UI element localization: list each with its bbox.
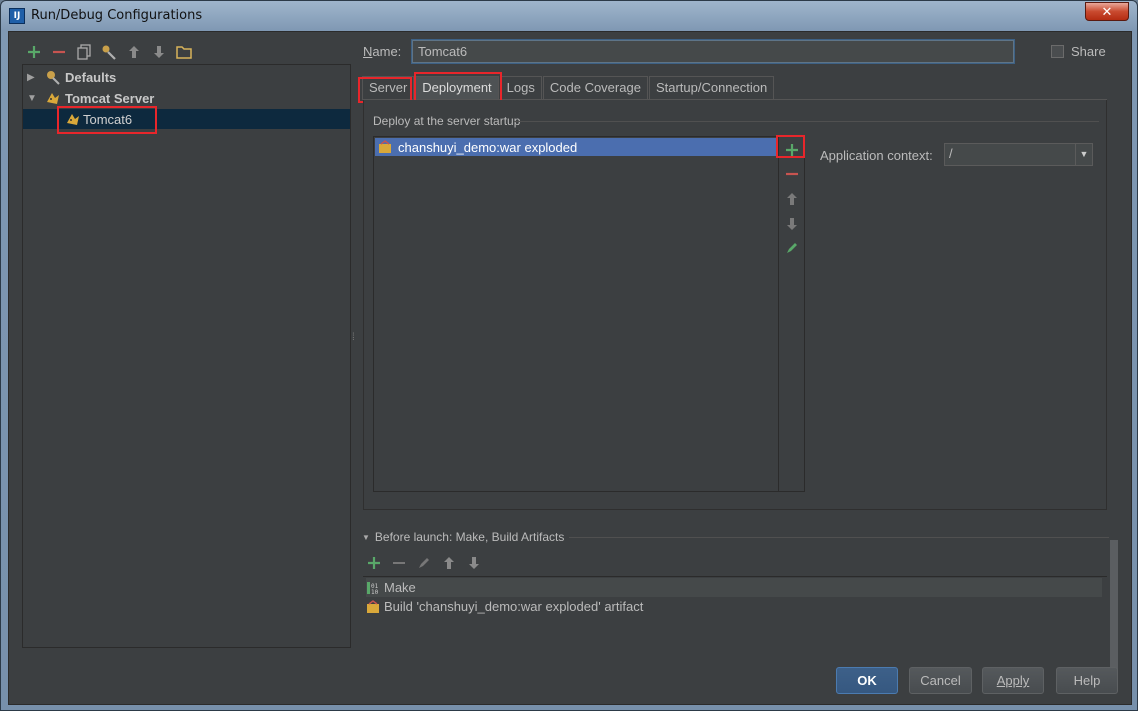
deployment-list[interactable]: chanshuyi_demo:war exploded [373, 136, 805, 492]
move-down-icon[interactable] [465, 554, 483, 572]
expand-arrow-icon[interactable]: ▶ [27, 72, 39, 83]
dialog-content: ▶ Defaults ▼ Tomcat Server Tomcat6 ⁞ Nam… [8, 31, 1132, 705]
add-icon[interactable] [25, 43, 43, 61]
artifact-icon [379, 140, 391, 153]
tab-startup-connection[interactable]: Startup/Connection [648, 76, 775, 100]
pane-splitter[interactable]: ⁞ [352, 332, 356, 352]
list-item-label: Make [384, 580, 416, 595]
section-divider [514, 121, 1099, 122]
edit-defaults-icon[interactable] [100, 43, 118, 61]
ok-button[interactable]: OK [836, 667, 898, 694]
collapse-arrow-icon[interactable]: ▼ [27, 93, 39, 104]
tree-item-label: Tomcat Server [65, 90, 155, 106]
tree-item-label: Tomcat6 [83, 111, 133, 127]
share-checkbox[interactable] [1051, 45, 1064, 58]
section-divider [569, 537, 1109, 538]
tree-item-label: Defaults [65, 69, 117, 85]
collapse-arrow-icon[interactable]: ▼ [362, 533, 370, 542]
deploy-section-title: Deploy at the server startup [373, 114, 521, 128]
share-label: Share [1071, 44, 1106, 59]
move-up-icon[interactable] [125, 43, 143, 61]
tab-code-coverage[interactable]: Code Coverage [542, 76, 648, 100]
add-icon[interactable] [782, 140, 802, 160]
window-title: Run/Debug Configurations [31, 8, 203, 23]
app-context-value: / [949, 146, 953, 161]
list-item[interactable]: chanshuyi_demo:war exploded [375, 138, 778, 156]
tree-item-tomcat-server[interactable]: ▼ Tomcat Server [23, 88, 350, 108]
list-item[interactable]: 01 10 Make [366, 578, 1102, 597]
title-bar[interactable]: IJ Run/Debug Configurations ✕ [1, 1, 1137, 31]
list-item-label: chanshuyi_demo:war exploded [398, 139, 578, 155]
move-down-icon[interactable] [150, 43, 168, 61]
deployment-panel: Deploy at the server startup chanshuyi_d… [363, 100, 1107, 510]
name-input[interactable] [412, 40, 1014, 63]
tomcat-icon [67, 114, 79, 125]
svg-text:10: 10 [371, 589, 379, 595]
tree-item-tomcat6[interactable]: Tomcat6 [23, 109, 350, 129]
folder-icon[interactable] [175, 43, 193, 61]
cancel-button[interactable]: Cancel [909, 667, 972, 694]
before-launch-header[interactable]: ▼ Before launch: Make, Build Artifacts [362, 530, 564, 544]
edit-icon[interactable] [782, 238, 802, 258]
move-up-icon[interactable] [440, 554, 458, 572]
remove-icon[interactable] [50, 43, 68, 61]
config-tabs: Server Deployment Logs Code Coverage Sta… [362, 76, 775, 100]
tomcat-icon [47, 93, 59, 104]
tab-deployment[interactable]: Deployment [415, 76, 499, 100]
close-button[interactable]: ✕ [1085, 2, 1129, 21]
add-icon[interactable] [365, 554, 383, 572]
app-context-combo[interactable]: / ▼ [944, 143, 1093, 166]
artifact-icon [367, 599, 379, 613]
config-toolbar [25, 42, 193, 62]
scrollbar-thumb[interactable] [1110, 540, 1118, 670]
chevron-down-icon[interactable]: ▼ [1075, 144, 1092, 165]
name-label: Name: [363, 44, 402, 59]
remove-icon[interactable] [782, 164, 802, 184]
tab-logs[interactable]: Logs [499, 76, 542, 100]
apply-button[interactable]: Apply [982, 667, 1044, 694]
defaults-icon [47, 71, 60, 85]
edit-icon[interactable] [415, 554, 433, 572]
tab-server[interactable]: Server [362, 76, 415, 100]
app-context-label: Application context: [820, 148, 933, 163]
before-launch-list[interactable]: 01 10 Make Build 'chanshuyi_demo:war expl… [363, 576, 1107, 648]
list-item[interactable]: Build 'chanshuyi_demo:war exploded' arti… [366, 597, 1102, 616]
before-launch-toolbar [365, 554, 483, 572]
help-button[interactable]: Help [1056, 667, 1118, 694]
tree-item-defaults[interactable]: ▶ Defaults [23, 67, 350, 87]
dialog-window: IJ Run/Debug Configurations ✕ ▶ Defaults… [0, 0, 1138, 711]
copy-icon[interactable] [75, 43, 93, 61]
deployment-side-toolbar [778, 137, 804, 491]
make-icon: 0110 [367, 581, 379, 595]
configuration-tree[interactable]: ▶ Defaults ▼ Tomcat Server Tomcat6 [22, 64, 351, 648]
remove-icon[interactable] [390, 554, 408, 572]
vertical-scrollbar[interactable] [1109, 100, 1119, 670]
move-down-icon[interactable] [782, 214, 802, 234]
before-launch-title: Before launch: Make, Build Artifacts [374, 530, 565, 544]
list-item-label: Build 'chanshuyi_demo:war exploded' arti… [384, 599, 644, 614]
move-up-icon[interactable] [782, 189, 802, 209]
intellij-icon: IJ [9, 8, 25, 24]
